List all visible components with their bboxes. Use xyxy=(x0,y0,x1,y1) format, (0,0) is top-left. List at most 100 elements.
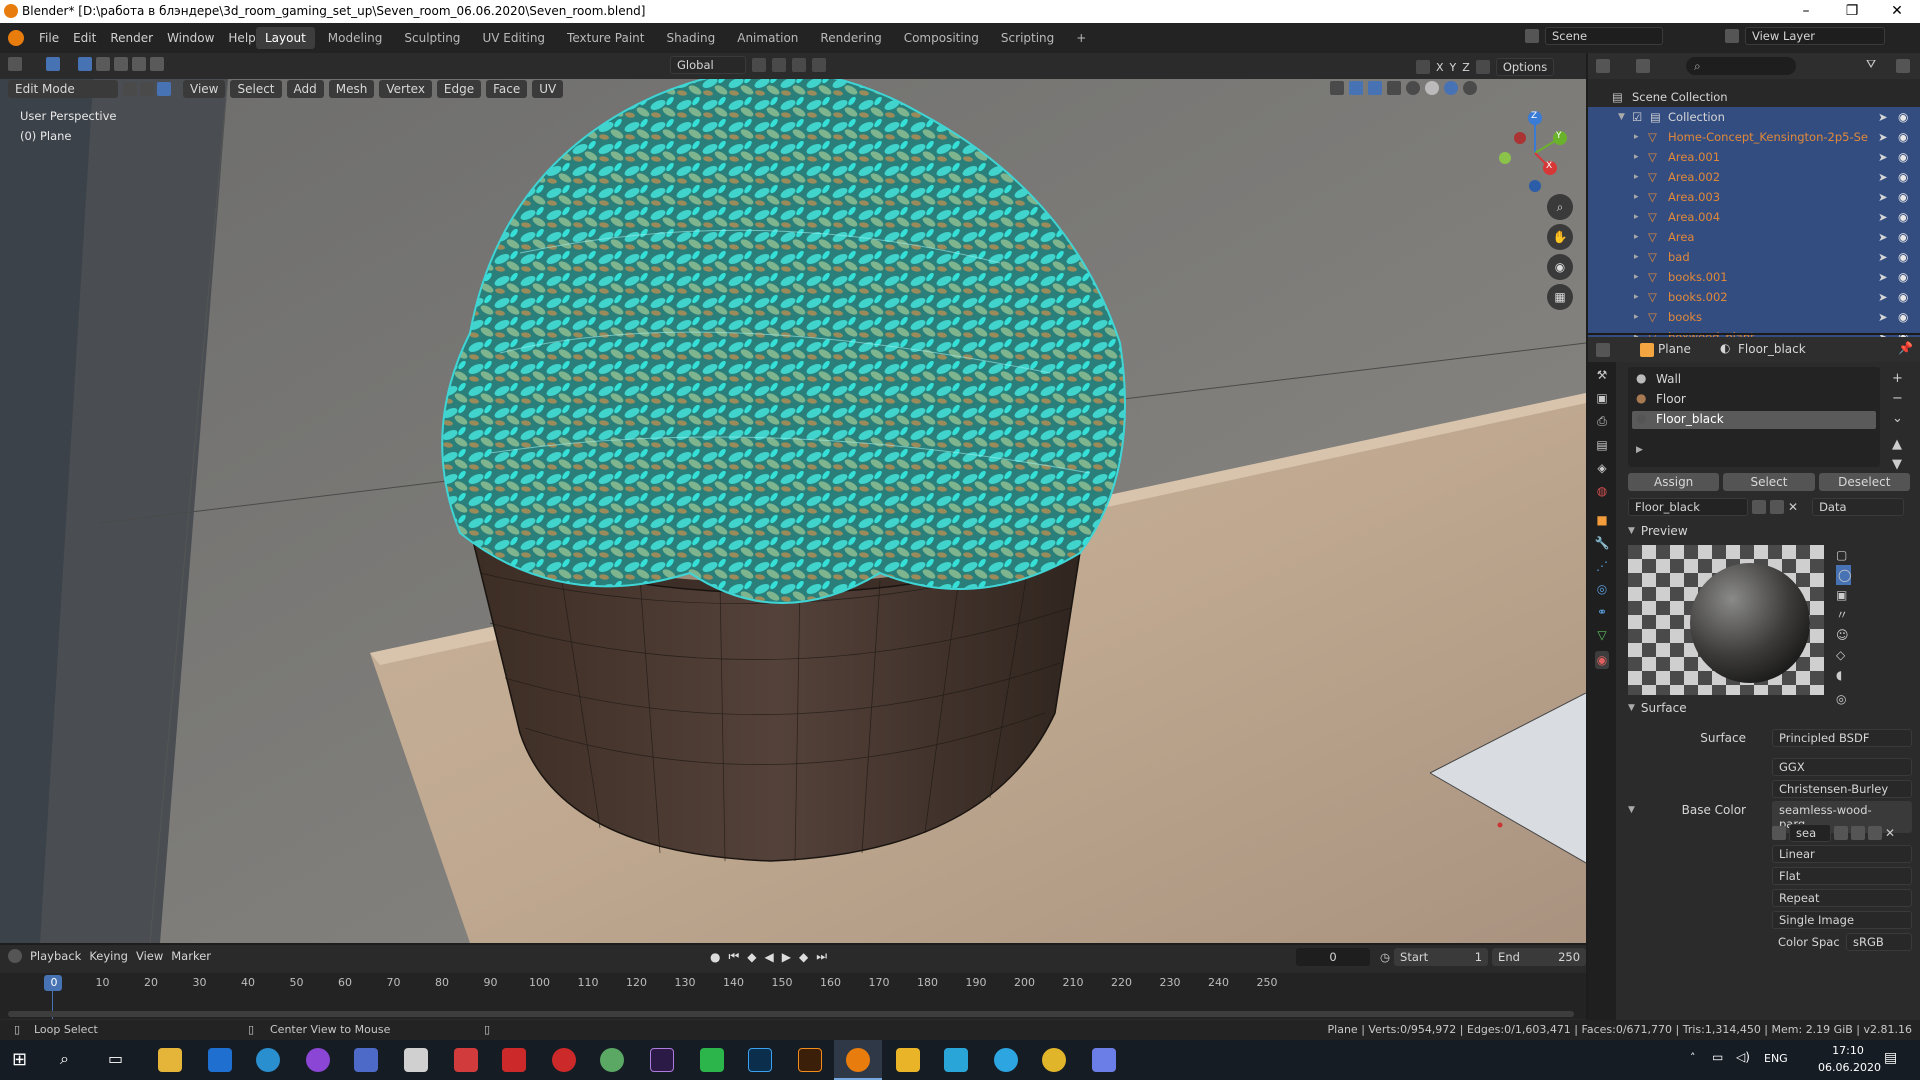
move-up-icon[interactable]: ▲ xyxy=(1892,435,1903,455)
selectable-icon[interactable]: ➤ xyxy=(1878,127,1888,147)
select-button[interactable]: Select xyxy=(1723,473,1815,491)
tray-chevron-icon[interactable]: ˄ xyxy=(1690,1051,1696,1064)
render-tab-icon[interactable]: ▣ xyxy=(1596,391,1607,405)
network-icon[interactable]: ▭ xyxy=(1712,1050,1723,1064)
photoshop-icon[interactable] xyxy=(748,1048,772,1072)
particles-tab-icon[interactable]: ⋰ xyxy=(1596,559,1608,573)
edge-icon[interactable] xyxy=(256,1048,280,1072)
visibility-eye-icon[interactable]: ◉ xyxy=(1898,127,1908,147)
material-shading-icon[interactable] xyxy=(1444,81,1458,95)
vertex-select-icon[interactable] xyxy=(123,82,137,96)
constraints-tab-icon[interactable]: ⚭ xyxy=(1597,605,1607,619)
image-unlink-icon[interactable]: ✕ xyxy=(1885,826,1895,840)
app-icon-7[interactable] xyxy=(454,1048,478,1072)
selectable-icon[interactable]: ➤ xyxy=(1878,287,1888,307)
outliner-item[interactable]: ▸ ▽ Area.004 ➤ ◉ xyxy=(1588,207,1920,227)
pin-icon[interactable]: 📌 xyxy=(1898,341,1913,355)
selectable-icon[interactable]: ➤ xyxy=(1878,107,1888,127)
visibility-eye-icon[interactable]: ◉ xyxy=(1898,147,1908,167)
record-icon[interactable]: ● xyxy=(710,950,720,964)
menu-mesh[interactable]: Mesh xyxy=(328,80,375,98)
app-icon-8[interactable] xyxy=(502,1048,526,1072)
selectable-icon[interactable]: ➤ xyxy=(1878,187,1888,207)
outliner-expand-icon[interactable]: ▸ xyxy=(1634,187,1639,207)
file-explorer-icon[interactable] xyxy=(158,1048,182,1072)
task-view-icon[interactable]: ▭ xyxy=(108,1049,123,1068)
selectable-icon[interactable]: ➤ xyxy=(1878,307,1888,327)
select-invert-icon[interactable] xyxy=(132,57,146,71)
preview-flat-icon[interactable]: ▢ xyxy=(1836,545,1851,565)
close-button[interactable]: ✕ xyxy=(1874,0,1920,23)
assign-button[interactable]: Assign xyxy=(1628,473,1720,491)
image-browse-icon[interactable] xyxy=(1772,826,1786,840)
link-dropdown[interactable]: Data xyxy=(1812,498,1905,516)
next-keyframe-icon[interactable]: ◆ xyxy=(799,950,808,964)
clock-date[interactable]: 06.06.2020 xyxy=(1818,1061,1881,1074)
data-tab-icon[interactable]: ▽ xyxy=(1597,628,1606,642)
tool-tab-icon[interactable]: ⚒ xyxy=(1597,368,1608,382)
search-icon[interactable]: ⌕ xyxy=(60,1049,69,1069)
surface-panel-title[interactable]: ▼ Surface xyxy=(1628,701,1687,715)
rendered-shading-icon[interactable] xyxy=(1463,81,1477,95)
tab-shading[interactable]: Shading xyxy=(657,27,724,49)
outliner-item[interactable]: ▸ ▽ bad ➤ ◉ xyxy=(1588,247,1920,267)
outliner-expand-icon[interactable]: ▸ xyxy=(1634,207,1639,227)
properties-editor-icon[interactable] xyxy=(1596,343,1610,357)
select-intersect-icon[interactable] xyxy=(150,57,164,71)
add-workspace-button[interactable]: + xyxy=(1067,27,1095,49)
remove-slot-button[interactable]: − xyxy=(1892,389,1903,409)
outliner-expand-icon[interactable]: ▸ xyxy=(1634,307,1639,327)
clock-time[interactable]: 17:10 xyxy=(1818,1044,1878,1057)
outliner-item[interactable]: ▸ ▽ books.002 ➤ ◉ xyxy=(1588,287,1920,307)
language-indicator[interactable]: ENG xyxy=(1764,1052,1788,1065)
xray-icon[interactable] xyxy=(1387,81,1401,95)
source-dropdown[interactable]: Single Image xyxy=(1772,911,1912,929)
slot-floor[interactable]: ● Floor xyxy=(1632,391,1876,409)
app-icon-6[interactable] xyxy=(404,1048,428,1072)
image-duplicate-icon[interactable] xyxy=(1851,826,1865,840)
blender-menu-icon[interactable] xyxy=(8,30,24,46)
subsurface-method-dropdown[interactable]: Christensen-Burley xyxy=(1772,780,1912,798)
current-frame-field[interactable]: 0 xyxy=(1296,948,1370,966)
select-extend-icon[interactable] xyxy=(96,57,110,71)
pivot-icon[interactable] xyxy=(752,58,766,72)
slot-wall[interactable]: ● Wall xyxy=(1632,371,1876,389)
overlay-toggle-icon[interactable] xyxy=(1368,81,1382,95)
deselect-button[interactable]: Deselect xyxy=(1818,473,1910,491)
volume-icon[interactable]: ◁) xyxy=(1736,1050,1750,1064)
menu-timeline-view[interactable]: View xyxy=(136,949,163,963)
modifier-tab-icon[interactable]: 🔧 xyxy=(1595,536,1610,550)
outliner-item[interactable]: ▸ ▽ Area.002 ➤ ◉ xyxy=(1588,167,1920,187)
scene-collection-row[interactable]: ▤ Scene Collection xyxy=(1588,87,1920,107)
tab-sculpting[interactable]: Sculpting xyxy=(395,27,469,49)
tab-compositing[interactable]: Compositing xyxy=(895,27,988,49)
visibility-eye-icon[interactable]: ◉ xyxy=(1898,267,1908,287)
select-tool-icon[interactable] xyxy=(46,57,60,71)
discord-icon[interactable] xyxy=(1092,1048,1116,1072)
tab-texture-paint[interactable]: Texture Paint xyxy=(558,27,653,49)
select-subtract-icon[interactable] xyxy=(114,57,128,71)
outliner-expand-icon[interactable]: ▸ xyxy=(1634,127,1639,147)
outliner-search-icon[interactable]: ⌕ xyxy=(1686,57,1796,75)
pycharm-icon[interactable] xyxy=(700,1048,724,1072)
editor-type-icon[interactable] xyxy=(8,57,22,71)
telegram-icon[interactable] xyxy=(994,1048,1018,1072)
outliner-expand-icon[interactable]: ▸ xyxy=(1634,147,1639,167)
menu-window[interactable]: Window xyxy=(160,23,221,53)
axis-x-toggle[interactable]: X xyxy=(1436,61,1444,74)
menu-keying[interactable]: Keying xyxy=(89,949,128,963)
collection-row[interactable]: ▼ ☑ ▤ Collection ➤ ◉ xyxy=(1588,107,1920,127)
slot-specials-icon[interactable]: ⌄ xyxy=(1892,409,1903,429)
end-frame-field[interactable]: End 250 xyxy=(1492,948,1587,966)
tab-rendering[interactable]: Rendering xyxy=(811,27,890,49)
output-tab-icon[interactable]: ⎙ xyxy=(1597,414,1607,429)
projection-dropdown[interactable]: Flat xyxy=(1772,867,1912,885)
selectable-icon[interactable]: ➤ xyxy=(1878,147,1888,167)
preview-hair-icon[interactable]: 〃 xyxy=(1836,605,1851,625)
outliner-item[interactable]: ▸ ▽ Area.001 ➤ ◉ xyxy=(1588,147,1920,167)
app-podcast-icon[interactable] xyxy=(306,1048,330,1072)
app-icon-5[interactable] xyxy=(354,1048,378,1072)
menu-edge[interactable]: Edge xyxy=(436,80,482,98)
new-collection-icon[interactable] xyxy=(1896,59,1910,73)
visibility-eye-icon[interactable]: ◉ xyxy=(1898,167,1908,187)
